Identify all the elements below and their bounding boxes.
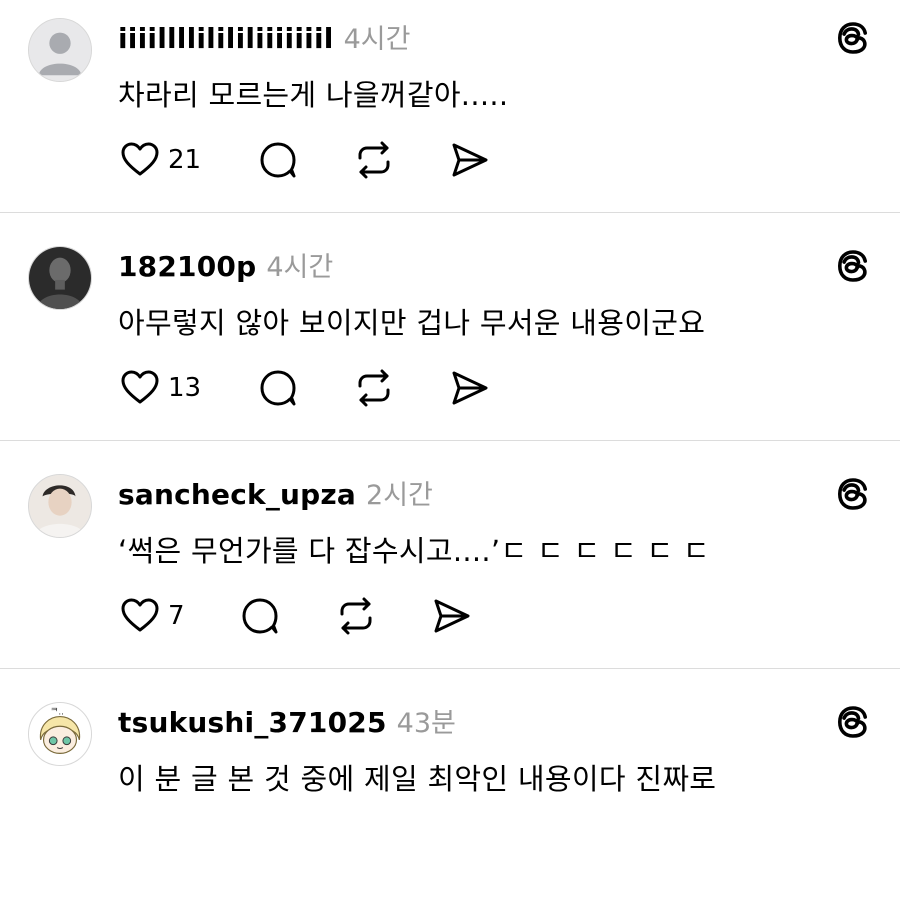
share-button[interactable] <box>432 594 472 638</box>
timestamp: 4시간 <box>343 24 411 55</box>
avatar[interactable] <box>28 246 92 310</box>
reply-button[interactable] <box>258 138 298 182</box>
heart-icon <box>120 140 160 180</box>
avatar[interactable] <box>28 18 92 82</box>
like-button[interactable]: 7 <box>120 594 185 638</box>
post-text: ‘썩은 무언가를 다 잡수시고....’ㄷ ㄷ ㄷ ㄷ ㄷ ㄷ <box>118 534 710 568</box>
post-header: 182100p 4시간 <box>118 245 333 285</box>
repost-icon <box>354 368 394 408</box>
reply-button[interactable] <box>240 594 280 638</box>
threads-logo-icon[interactable] <box>830 472 874 516</box>
reply-post: 182100p 4시간 아무렇지 않아 보이지만 겁나 무서운 내용이군요 13 <box>0 228 900 456</box>
like-button[interactable]: 13 <box>120 366 201 410</box>
repost-button[interactable] <box>354 366 394 410</box>
reply-post: iiiillllilililiiiiiiil 4시간 차라리 모르는게 나을꺼같… <box>0 0 900 228</box>
avatar[interactable]: ᄏ.. <box>28 702 92 766</box>
threads-logo-icon[interactable] <box>830 700 874 744</box>
like-count: 13 <box>168 373 202 403</box>
like-count: 21 <box>168 145 202 175</box>
timestamp: 4시간 <box>266 252 334 283</box>
threads-logo-icon[interactable] <box>830 16 874 60</box>
reply-post: ᄏ.. tsukushi_371025 43분 이 분 글 본 것 중에 제일 … <box>0 684 900 912</box>
heart-icon <box>120 596 160 636</box>
post-text: 아무렇지 않아 보이지만 겁나 무서운 내용이군요 <box>118 306 706 340</box>
post-header: tsukushi_371025 43분 <box>118 701 456 741</box>
like-button[interactable]: 21 <box>120 138 201 182</box>
divider <box>0 440 900 441</box>
timestamp: 2시간 <box>366 480 433 511</box>
repost-icon <box>336 596 376 636</box>
repost-button[interactable] <box>354 138 394 182</box>
reply-post: sancheck_upza 2시간 ‘썩은 무언가를 다 잡수시고....’ㄷ … <box>0 456 900 684</box>
send-icon <box>450 368 490 408</box>
send-icon <box>432 596 472 636</box>
like-count: 7 <box>168 601 185 631</box>
post-header: iiiillllilililiiiiiiil 4시간 <box>118 17 410 57</box>
share-button[interactable] <box>450 138 490 182</box>
repost-button[interactable] <box>336 594 376 638</box>
post-text: 차라리 모르는게 나을꺼같아..... <box>118 78 509 112</box>
username[interactable]: iiiillllilililiiiiiiil <box>118 22 334 55</box>
username[interactable]: sancheck_upza <box>118 478 356 511</box>
threads-reply-feed: iiiillllilililiiiiiiil 4시간 차라리 모르는게 나을꺼같… <box>0 0 900 819</box>
timestamp: 43분 <box>396 708 456 739</box>
post-text: 이 분 글 본 것 중에 제일 최악인 내용이다 진짜로 <box>118 762 717 796</box>
divider <box>0 212 900 213</box>
send-icon <box>450 140 490 180</box>
username[interactable]: tsukushi_371025 <box>118 706 387 739</box>
username[interactable]: 182100p <box>118 250 256 283</box>
post-header: sancheck_upza 2시간 <box>118 473 433 513</box>
reply-bubble-icon <box>240 596 280 636</box>
repost-icon <box>354 140 394 180</box>
reply-button[interactable] <box>258 366 298 410</box>
threads-logo-icon[interactable] <box>830 244 874 288</box>
share-button[interactable] <box>450 366 490 410</box>
reply-bubble-icon <box>258 140 298 180</box>
divider <box>0 668 900 669</box>
reply-bubble-icon <box>258 368 298 408</box>
svg-text:ᄏ..: ᄏ.. <box>50 708 64 718</box>
avatar[interactable] <box>28 474 92 538</box>
heart-icon <box>120 368 160 408</box>
